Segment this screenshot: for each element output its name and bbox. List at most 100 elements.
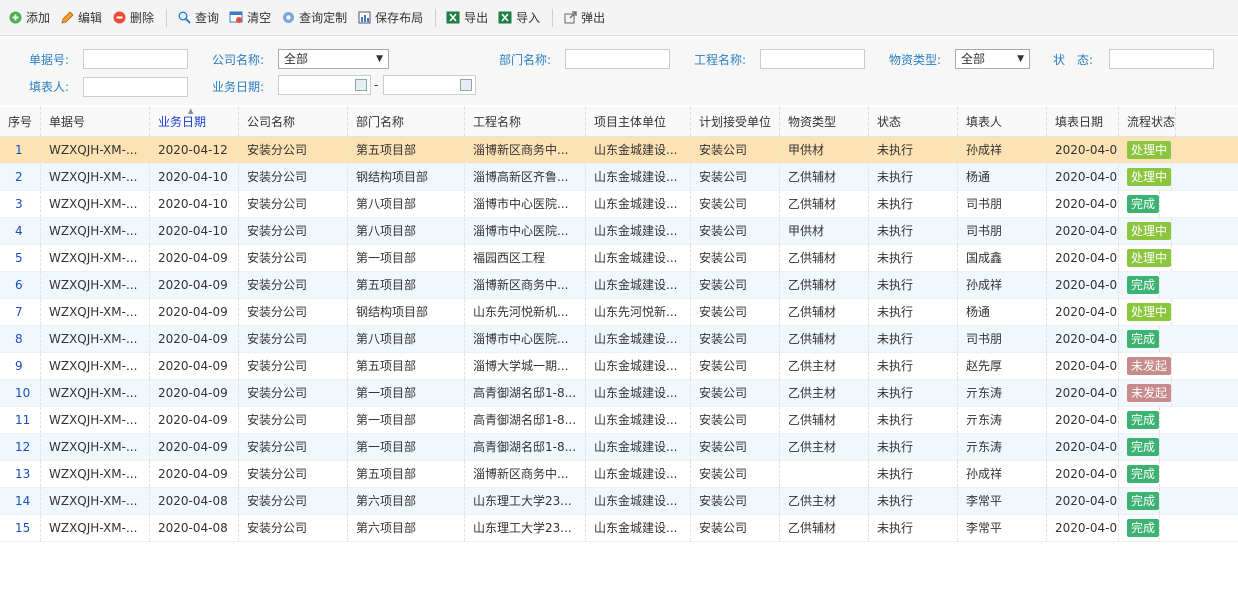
table-row[interactable]: 12 WZXQJH-XM-... 2020-04-09 安装分公司 第一项目部 高青御湖名… [0, 434, 1238, 461]
status-input[interactable] [1109, 49, 1214, 69]
table-cell: 完成 [1119, 515, 1161, 541]
table-cell: 未执行 [869, 137, 958, 163]
column-header[interactable]: 项目主体单位 [586, 107, 691, 136]
table-cell: 安装公司 [691, 461, 780, 487]
table-cell: WZXQJH-XM-... [41, 218, 150, 244]
table-cell: 山东金城建设... [586, 245, 691, 271]
edit-button[interactable]: 编辑 [56, 6, 106, 30]
table-cell: 乙供主材 [780, 488, 869, 514]
column-header[interactable]: 单据号 [41, 107, 150, 136]
table-row[interactable]: 11 WZXQJH-XM-... 2020-04-09 安装分公司 第一项目部 高青御湖名… [0, 407, 1238, 434]
table-cell: 第一项目部 [348, 407, 465, 433]
table-row[interactable]: 1 WZXQJH-XM-... 2020-04-12 安装分公司 第五项目部 淄博新区商务… [0, 137, 1238, 164]
table-cell: 未执行 [869, 218, 958, 244]
table-cell: 13 [0, 461, 41, 487]
delete-button[interactable]: 删除 [108, 6, 158, 30]
query-custom-button[interactable]: 查询定制 [277, 6, 351, 30]
table-row[interactable]: 8 WZXQJH-XM-... 2020-04-09 安装分公司 第八项目部 淄博市中心医… [0, 326, 1238, 353]
table-cell: 安装分公司 [239, 488, 348, 514]
table-cell: 2 [0, 164, 41, 190]
add-button[interactable]: 添加 [4, 6, 54, 30]
save-layout-button[interactable]: 保存布局 [353, 6, 427, 30]
column-header[interactable]: 部门名称 [348, 107, 465, 136]
table-row[interactable]: 7 WZXQJH-XM-... 2020-04-09 安装分公司 钢结构项目部 山东先河悦… [0, 299, 1238, 326]
table-cell: 15 [0, 515, 41, 541]
table-cell: 安装分公司 [239, 353, 348, 379]
calendar-icon[interactable] [460, 79, 472, 91]
table-cell: 处理中 [1119, 218, 1173, 244]
table-row[interactable]: 3 WZXQJH-XM-... 2020-04-10 安装分公司 第八项目部 淄博市中心医… [0, 191, 1238, 218]
status-badge: 完成 [1127, 492, 1160, 510]
table-cell: 未执行 [869, 353, 958, 379]
table-cell: 2020-04-07 [1047, 272, 1119, 298]
popup-button[interactable]: 弹出 [559, 6, 609, 30]
table-cell: 李常平 [958, 488, 1047, 514]
table-row[interactable]: 10 WZXQJH-XM-... 2020-04-09 安装分公司 第一项目部 高青御湖名… [0, 380, 1238, 407]
data-grid: ▲ 序号 单据号 业务日期 公司名称 部门名称 工程名称 项目主体单位 计划接受单位 物资类型状… [0, 107, 1238, 542]
table-cell: 2020-04-09 [150, 245, 239, 271]
column-header[interactable]: 业务日期 [150, 107, 239, 136]
dept-input[interactable] [565, 49, 670, 69]
table-cell: 未执行 [869, 407, 958, 433]
table-cell: 第一项目部 [348, 434, 465, 460]
table-cell: 2020-04-08 [1047, 488, 1119, 514]
table-cell: 2020-04-09 [1047, 353, 1119, 379]
dept-label: 部门名称: [499, 53, 552, 67]
table-cell: 安装公司 [691, 245, 780, 271]
table-cell: 2020-04-09 [150, 299, 239, 325]
column-header[interactable]: 填表人 [958, 107, 1047, 136]
column-header[interactable]: 流程状态 [1119, 107, 1177, 136]
column-header[interactable]: 序号 [0, 107, 41, 136]
table-row[interactable]: 13 WZXQJH-XM-... 2020-04-09 安装分公司 第五项目部 淄博新区商… [0, 461, 1238, 488]
table-cell: 淄博新区商务中... [465, 461, 586, 487]
filler-input[interactable] [83, 77, 188, 97]
company-select[interactable]: 全部 ▼ [278, 49, 389, 69]
toolbar: 添加 编辑 删除 查询 清空 查询定制 保存布局 导出 导入 弹出 [0, 0, 1238, 36]
query-button[interactable]: 查询 [173, 6, 223, 30]
table-cell: 安装公司 [691, 218, 780, 244]
status-badge: 处理中 [1127, 141, 1172, 159]
table-row[interactable]: 9 WZXQJH-XM-... 2020-04-09 安装分公司 第五项目部 淄博大学城一… [0, 353, 1238, 380]
table-cell: 安装分公司 [239, 137, 348, 163]
column-header[interactable]: 状态 [869, 107, 958, 136]
table-cell: 2020-04-10 [150, 191, 239, 217]
table-cell: 山东金城建设... [586, 191, 691, 217]
table-cell: 杨通 [958, 164, 1047, 190]
import-button[interactable]: 导入 [494, 6, 544, 30]
table-cell: 安装公司 [691, 353, 780, 379]
table-cell: 司书朋 [958, 191, 1047, 217]
export-button[interactable]: 导出 [442, 6, 492, 30]
project-input[interactable] [760, 49, 865, 69]
status-badge: 完成 [1127, 438, 1160, 456]
table-cell: 乙供辅材 [780, 515, 869, 541]
table-cell: 乙供主材 [780, 434, 869, 460]
grid-header: ▲ 序号 单据号 业务日期 公司名称 部门名称 工程名称 项目主体单位 计划接受单位 物资类型状… [0, 107, 1238, 137]
table-cell: 乙供辅材 [780, 299, 869, 325]
table-cell: 未发起 [1119, 353, 1173, 379]
table-cell: 安装分公司 [239, 272, 348, 298]
table-cell: 2020-04-08 [1047, 299, 1119, 325]
column-header[interactable]: 物资类型 [780, 107, 869, 136]
table-cell: 安装分公司 [239, 218, 348, 244]
table-row[interactable]: 14 WZXQJH-XM-... 2020-04-08 安装分公司 第六项目部 山东理工大… [0, 488, 1238, 515]
date-label: 业务日期: [212, 80, 265, 94]
table-cell: 乙供辅材 [780, 272, 869, 298]
table-cell: 2020-04-03 [1047, 461, 1119, 487]
column-header[interactable]: 工程名称 [465, 107, 586, 136]
table-cell: 安装公司 [691, 272, 780, 298]
table-row[interactable]: 6 WZXQJH-XM-... 2020-04-09 安装分公司 第五项目部 淄博新区商务… [0, 272, 1238, 299]
doc-no-input[interactable] [83, 49, 188, 69]
material-select[interactable]: 全部 ▼ [955, 49, 1030, 69]
table-row[interactable]: 5 WZXQJH-XM-... 2020-04-09 安装分公司 第一项目部 福园西区工程… [0, 245, 1238, 272]
date-start-input[interactable] [278, 75, 371, 95]
column-header[interactable]: 计划接受单位 [691, 107, 780, 136]
date-end-input[interactable] [383, 75, 476, 95]
column-header[interactable]: 公司名称 [239, 107, 348, 136]
table-row[interactable]: 2 WZXQJH-XM-... 2020-04-10 安装分公司 钢结构项目部 淄博高新区… [0, 164, 1238, 191]
table-cell: 亓东涛 [958, 434, 1047, 460]
column-header[interactable]: 填表日期 [1047, 107, 1119, 136]
table-row[interactable]: 4 WZXQJH-XM-... 2020-04-10 安装分公司 第八项目部 淄博市中心医… [0, 218, 1238, 245]
clear-button[interactable]: 清空 [225, 6, 275, 30]
calendar-icon[interactable] [355, 79, 367, 91]
table-row[interactable]: 15 WZXQJH-XM-... 2020-04-08 安装分公司 第六项目部 山东理工大… [0, 515, 1238, 542]
